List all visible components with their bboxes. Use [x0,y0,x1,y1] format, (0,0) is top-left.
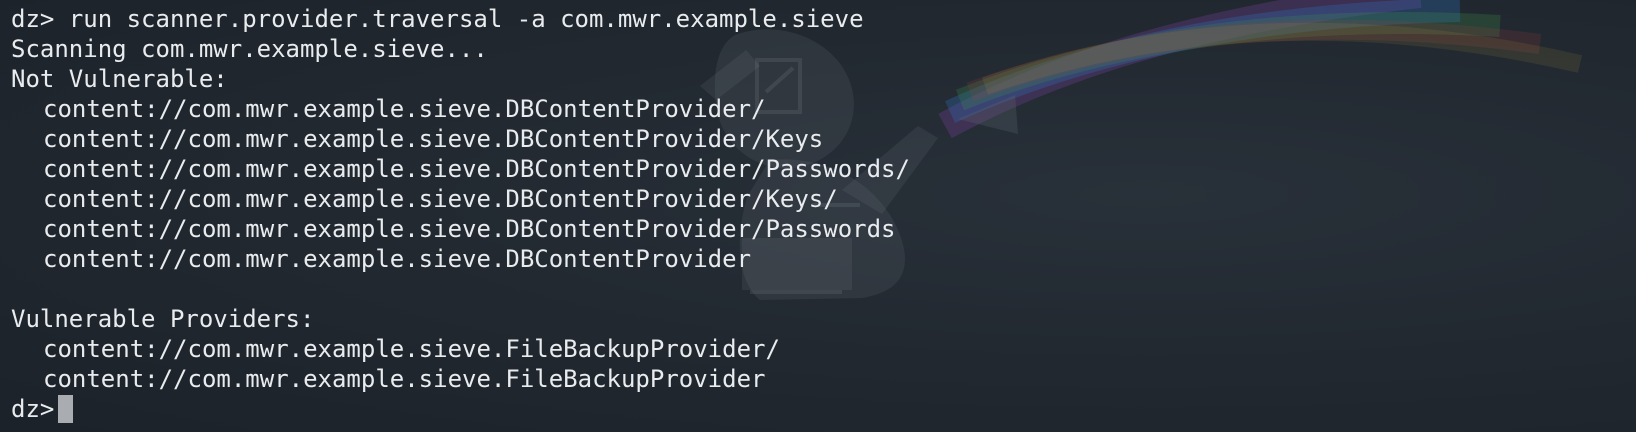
provider-uri-text: content://com.mwr.example.sieve.DBConten… [43,215,896,243]
provider-uri-vulnerable: content://com.mwr.example.sieve.FileBack… [11,364,910,394]
vulnerable-header: Vulnerable Providers: [11,305,315,333]
scanning-status: Scanning com.mwr.example.sieve... [11,35,488,63]
provider-uri-text: content://com.mwr.example.sieve.DBConten… [43,185,838,213]
rainbow-arc-red [966,19,1542,102]
provider-uri-not-vulnerable: content://com.mwr.example.sieve.DBConten… [11,244,910,274]
provider-uri-not-vulnerable: content://com.mwr.example.sieve.DBConten… [11,184,910,214]
prompt: dz> [11,395,55,423]
provider-uri-text: content://com.mwr.example.sieve.DBConten… [43,155,910,183]
provider-uri-text: content://com.mwr.example.sieve.DBConten… [43,245,752,273]
rainbow-arc-yellow [982,22,1583,95]
rainbow-arc-green [955,12,1501,111]
provider-uri-text: content://com.mwr.example.sieve.FileBack… [43,335,780,363]
prompt: dz> [11,5,55,33]
command-line: dz> run scanner.provider.traversal -a co… [11,4,910,34]
provider-uri-vulnerable: content://com.mwr.example.sieve.FileBack… [11,334,910,364]
text-cursor[interactable] [58,395,74,423]
terminal-window[interactable]: dz> run scanner.provider.traversal -a co… [0,0,1636,432]
input-line[interactable]: dz> [11,394,910,424]
provider-uri-not-vulnerable: content://com.mwr.example.sieve.DBConten… [11,124,910,154]
spray-cone [958,95,1018,134]
provider-uri-not-vulnerable: content://com.mwr.example.sieve.DBConten… [11,154,910,184]
rainbow-arc-purple [938,0,1422,139]
not-vulnerable-header: Not Vulnerable: [11,65,228,93]
rainbow-arc-blue [945,0,1461,123]
provider-uri-not-vulnerable: content://com.mwr.example.sieve.DBConten… [11,214,910,244]
provider-uri-not-vulnerable: content://com.mwr.example.sieve.DBConten… [11,94,910,124]
provider-uri-text: content://com.mwr.example.sieve.FileBack… [43,365,766,393]
terminal-output[interactable]: dz> run scanner.provider.traversal -a co… [11,4,910,424]
provider-uri-text: content://com.mwr.example.sieve.DBConten… [43,95,766,123]
provider-uri-text: content://com.mwr.example.sieve.DBConten… [43,125,824,153]
command-text: run scanner.provider.traversal -a com.mw… [68,5,864,33]
